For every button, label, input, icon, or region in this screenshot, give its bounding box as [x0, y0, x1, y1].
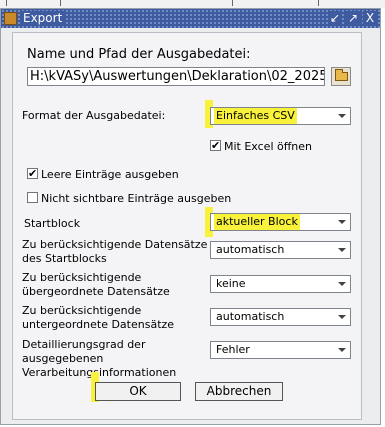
startblock-records-label: Zu berücksichtigende Datensätze des Star… — [22, 238, 208, 265]
format-label: Format der Ausgabedatei: — [22, 109, 166, 122]
close-icon[interactable]: X — [363, 11, 377, 25]
child-records-label: Zu berücksichtigende untergeordnete Date… — [22, 304, 175, 331]
format-value: Einfaches CSV — [214, 108, 297, 124]
export-dialog: Export ↙ ↗ X Name und Pfad der Ausgabeda… — [0, 8, 381, 425]
title-bar[interactable]: Export ↙ ↗ X — [1, 9, 380, 28]
parent-records-label: Zu berücksichtigende übergeordnete Daten… — [22, 271, 170, 298]
excel-checkbox-label: Mit Excel öffnen — [224, 140, 313, 153]
chevron-down-icon — [338, 315, 346, 319]
child-records-value: automatisch — [216, 310, 285, 323]
format-select[interactable]: Einfaches CSV — [210, 107, 351, 125]
startblock-label: Startblock — [24, 217, 81, 230]
ok-button[interactable]: OK — [95, 382, 181, 401]
detail-level-value: Fehler — [216, 343, 250, 356]
startblock-select[interactable]: aktueller Block — [210, 213, 351, 231]
app-icon — [4, 12, 17, 25]
detail-level-label: Detaillierungsgrad der ausgegebenen Vera… — [22, 338, 177, 379]
browse-button[interactable] — [331, 67, 351, 86]
detail-level-select[interactable]: Fehler — [210, 341, 351, 359]
parent-records-value: keine — [216, 277, 246, 290]
excel-checkbox[interactable]: ✔ — [210, 140, 221, 151]
output-file-label: Name und Pfad der Ausgabedatei: — [27, 47, 251, 62]
cancel-button[interactable]: Abbrechen — [195, 382, 283, 401]
startblock-records-select[interactable]: automatisch — [210, 241, 351, 259]
chevron-down-icon — [338, 248, 346, 252]
startblock-records-value: automatisch — [216, 243, 285, 256]
chevron-down-icon — [338, 114, 346, 118]
hidden-entries-label: Nicht sichtbare Einträge ausgeben — [41, 192, 232, 205]
chevron-down-icon — [338, 348, 346, 352]
parent-records-select[interactable]: keine — [210, 275, 351, 293]
window-title: Export — [20, 11, 66, 26]
startblock-value: aktueller Block — [214, 214, 300, 230]
background-window-strip — [0, 0, 385, 8]
export-settings-panel: Name und Pfad der Ausgabedatei: H:\kVASy… — [12, 32, 362, 420]
output-path-input[interactable]: H:\kVASy\Auswertungen\Deklaration\02_202… — [27, 67, 325, 86]
empty-entries-label: Leere Einträge ausgeben — [41, 168, 179, 181]
child-records-select[interactable]: automatisch — [210, 308, 351, 326]
hidden-entries-checkbox[interactable] — [27, 192, 38, 203]
empty-entries-checkbox[interactable]: ✔ — [27, 168, 38, 179]
chevron-down-icon — [338, 282, 346, 286]
maximize-icon[interactable]: ↗ — [346, 11, 360, 25]
folder-icon — [335, 69, 348, 81]
minimize-icon[interactable]: ↙ — [328, 11, 342, 25]
chevron-down-icon — [338, 220, 346, 224]
